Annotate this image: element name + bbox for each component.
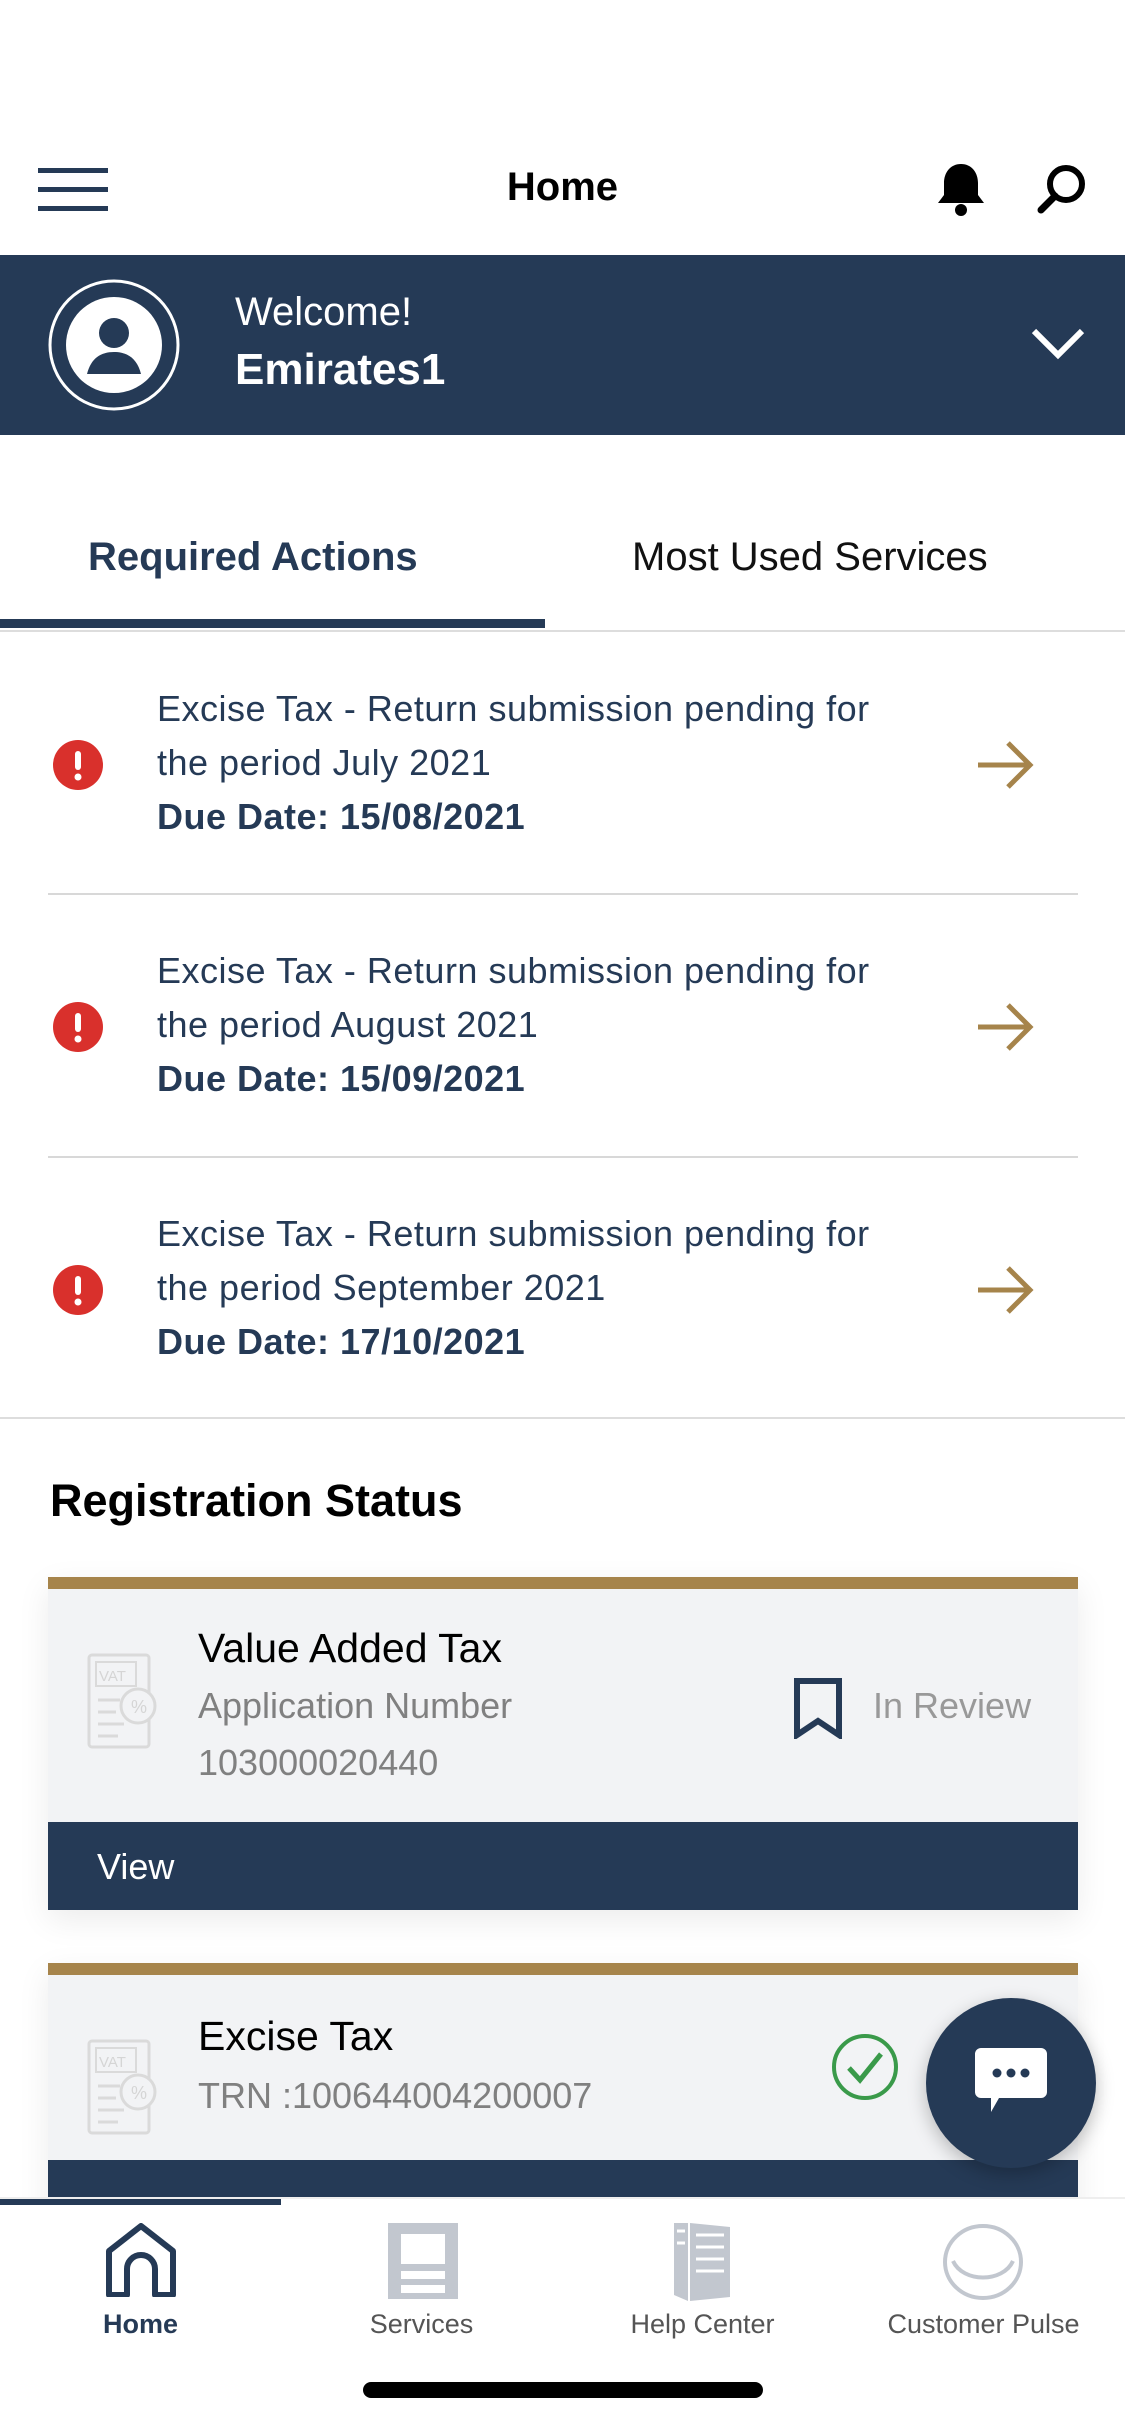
- action-text: Excise Tax - Return submission pending f…: [157, 950, 870, 991]
- action-period: the period August 2021: [157, 1004, 539, 1045]
- action-text: Excise Tax - Return submission pending f…: [157, 1213, 870, 1254]
- svg-text:VAT: VAT: [99, 2054, 126, 2071]
- action-due-date: Due Date: 15/08/2021: [157, 796, 526, 837]
- alert-icon: [53, 1002, 103, 1052]
- tab-most-used-services[interactable]: Most Used Services: [632, 535, 988, 580]
- action-item[interactable]: Excise Tax - Return submission pending f…: [0, 632, 1125, 894]
- nav-customer-pulse[interactable]: Customer Pulse: [843, 2199, 1124, 2349]
- welcome-greeting: Welcome!: [235, 290, 413, 334]
- nav-help-center[interactable]: Help Center: [562, 2199, 843, 2349]
- chat-button[interactable]: [926, 1998, 1096, 2168]
- trn-number: TRN :100644004200007: [198, 2075, 593, 2116]
- registration-status-title: Registration Status: [50, 1475, 463, 1526]
- arrow-right-icon[interactable]: [976, 740, 1036, 790]
- arrow-right-icon[interactable]: [976, 1002, 1036, 1052]
- view-button-label: View: [97, 1846, 175, 1887]
- status-badge: In Review: [873, 1685, 1032, 1726]
- chat-bubble-icon: [975, 2048, 1047, 2112]
- application-number-label: Application Number: [198, 1685, 513, 1726]
- nav-home-label: Home: [102, 2309, 178, 2339]
- action-period: the period September 2021: [157, 1267, 606, 1308]
- svg-text:VAT: VAT: [99, 1668, 126, 1685]
- svg-text:%: %: [131, 1697, 147, 1717]
- action-due-date: Due Date: 15/09/2021: [157, 1058, 526, 1099]
- arrow-right-icon[interactable]: [976, 1265, 1036, 1315]
- svg-text:%: %: [131, 2083, 147, 2103]
- smile-icon: [943, 2224, 1023, 2300]
- card-accent: [48, 1963, 1078, 1975]
- registration-card-vat: VAT% Value Added Tax Application Number …: [48, 1577, 1078, 1910]
- search-button[interactable]: [1035, 162, 1089, 221]
- tab-bar: Required Actions Most Used Services: [0, 435, 1125, 632]
- view-button[interactable]: View: [48, 1822, 1078, 1910]
- application-number: 103000020440: [198, 1742, 439, 1783]
- bottom-nav: Home Services Help Center Customer Pulse: [0, 2197, 1125, 2436]
- search-icon: [1037, 165, 1085, 214]
- vat-document-icon: VAT%: [87, 1653, 157, 1749]
- book-icon: [674, 2223, 730, 2301]
- alert-icon: [53, 1265, 103, 1315]
- username: Emirates1: [235, 345, 446, 394]
- bookmark-icon: [794, 1678, 842, 1739]
- card-title: Value Added Tax: [198, 1625, 502, 1671]
- card-accent: [48, 1577, 1078, 1589]
- avatar-icon: [48, 279, 180, 411]
- check-circle-icon: [832, 2034, 898, 2100]
- action-item[interactable]: Excise Tax - Return submission pending f…: [0, 894, 1125, 1156]
- nav-services[interactable]: Services: [281, 2199, 562, 2349]
- nav-help-center-label: Help Center: [630, 2309, 775, 2339]
- notifications-button[interactable]: [935, 160, 987, 223]
- nav-home[interactable]: Home: [0, 2199, 281, 2349]
- vat-document-icon: VAT%: [87, 2039, 157, 2135]
- active-tab-indicator: [0, 619, 545, 628]
- action-period: the period July 2021: [157, 742, 492, 783]
- action-due-date: Due Date: 17/10/2021: [157, 1321, 526, 1362]
- alert-icon: [53, 740, 103, 790]
- tab-required-actions[interactable]: Required Actions: [88, 535, 418, 580]
- action-text: Excise Tax - Return submission pending f…: [157, 688, 870, 729]
- action-item[interactable]: Excise Tax - Return submission pending f…: [0, 1157, 1125, 1419]
- services-icon: [388, 2223, 458, 2299]
- home-indicator: [363, 2382, 763, 2398]
- chevron-down-icon[interactable]: [1030, 327, 1086, 361]
- welcome-banner[interactable]: Welcome! Emirates1: [0, 255, 1125, 435]
- bell-icon: [938, 164, 984, 216]
- nav-customer-pulse-label: Customer Pulse: [887, 2309, 1080, 2339]
- nav-services-label: Services: [369, 2309, 474, 2339]
- home-icon: [106, 2223, 176, 2297]
- section-divider: [0, 1417, 1125, 1419]
- card-title: Excise Tax: [198, 2013, 394, 2059]
